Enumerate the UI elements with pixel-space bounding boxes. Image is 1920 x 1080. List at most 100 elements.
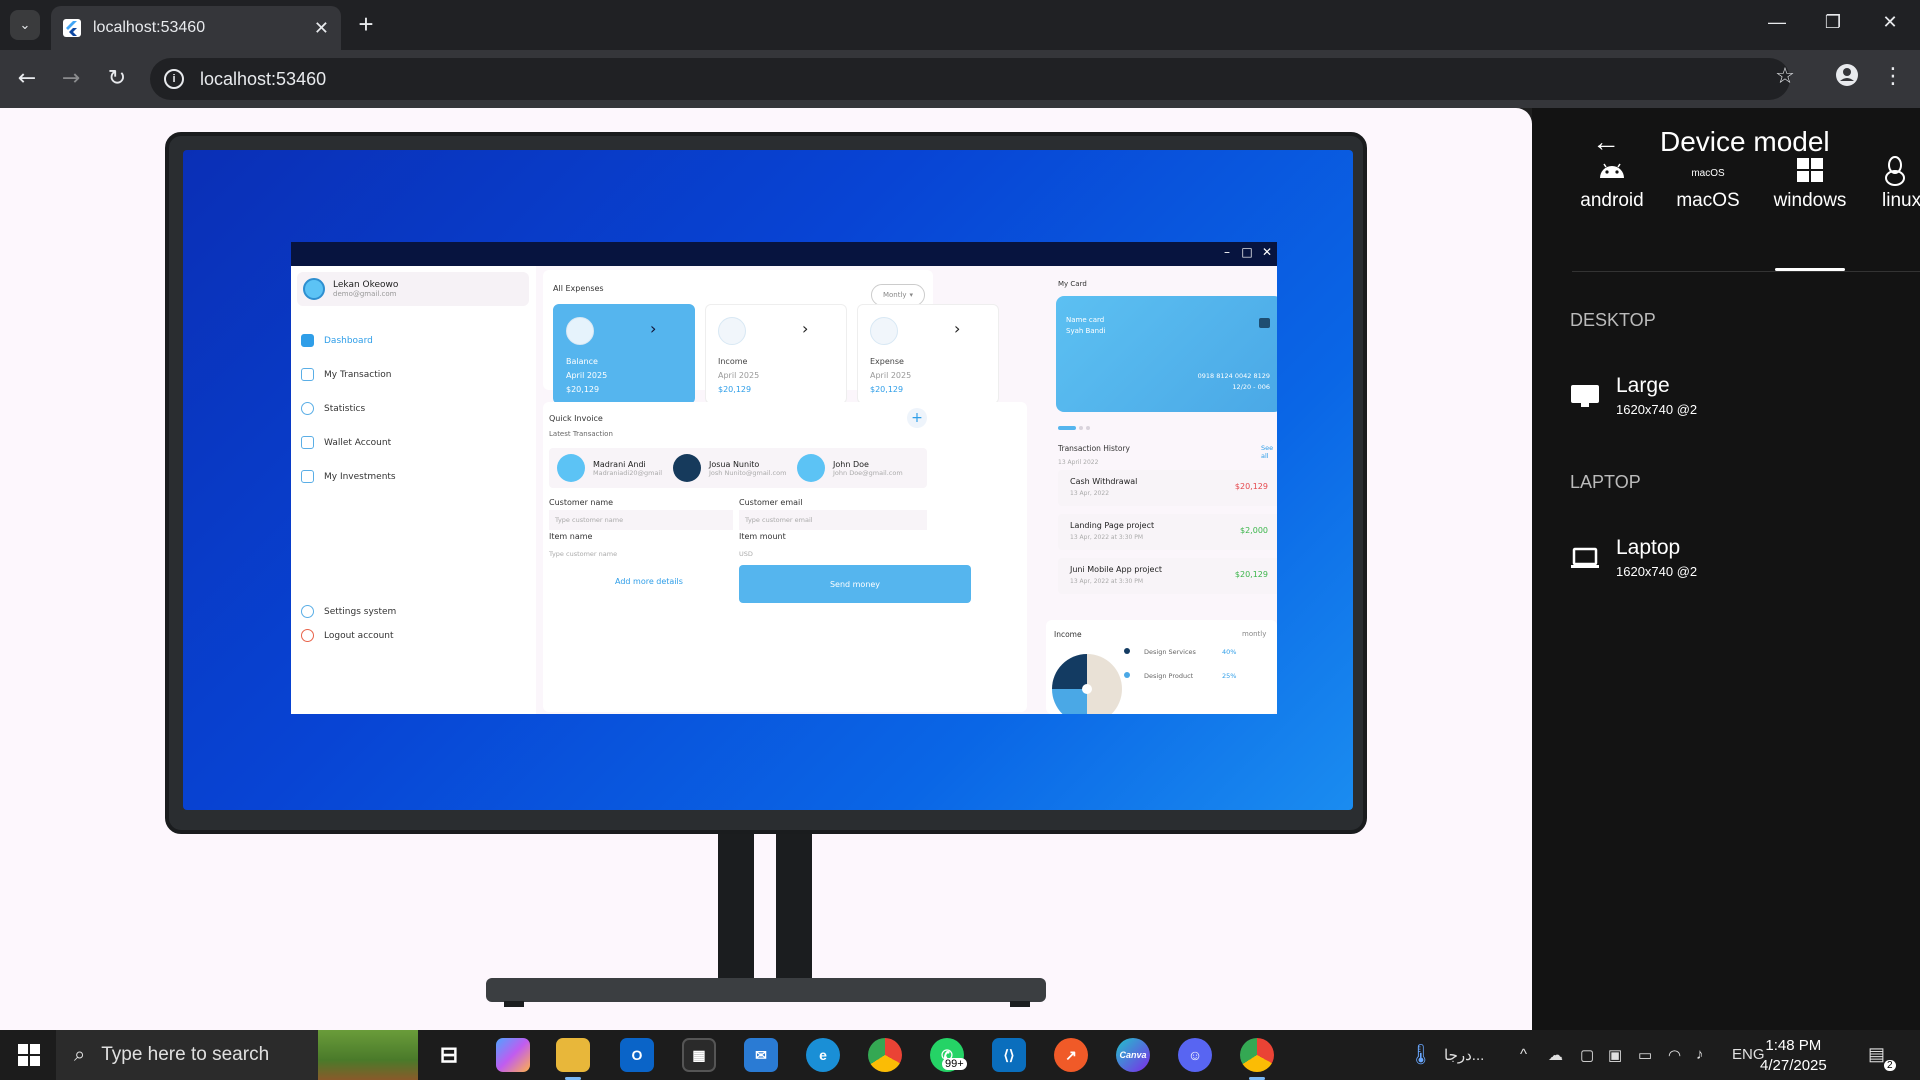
device-option-large[interactable]: Large 1620x740 @2 (1570, 374, 1697, 417)
address-bar[interactable]: i localhost:53460 (150, 58, 1790, 100)
sidebar-item-settings[interactable]: Settings system (301, 605, 396, 618)
card-label: Balance (566, 357, 598, 366)
item-mount-input[interactable]: USD (733, 544, 923, 564)
main-content: All Expenses Montly ▾ › Balance April 202… (543, 266, 1040, 714)
volume-icon[interactable]: ♪ (1696, 1046, 1704, 1063)
notification-count: 2 (1884, 1060, 1896, 1071)
reload-icon[interactable]: ↻ (102, 64, 132, 94)
card-chip-icon (1259, 318, 1270, 328)
tab-windows[interactable]: windows (1768, 156, 1852, 212)
carousel-dot[interactable] (1079, 426, 1083, 430)
transaction-row[interactable]: Juni Mobile App project 13 Apr, 2022 at … (1058, 558, 1277, 594)
transaction-row[interactable]: Cash Withdrawal 13 Apr, 2022 $20,129 (1058, 470, 1277, 506)
copilot-icon[interactable] (496, 1038, 530, 1072)
sidebar-item-dashboard[interactable]: Dashboard (301, 334, 373, 347)
new-tab-button[interactable]: + (352, 11, 380, 39)
task-view-icon[interactable]: ⊟ (432, 1038, 466, 1072)
carousel-dot-active[interactable] (1058, 426, 1076, 430)
device-spec: 1620x740 @2 (1616, 564, 1698, 579)
restore-button[interactable]: ❐ (1821, 12, 1845, 33)
sidebar-item-investments[interactable]: My Investments (301, 470, 396, 483)
send-money-button[interactable]: Send money (739, 565, 971, 603)
income-card[interactable]: › Income April 2025 $20,129 (705, 304, 847, 404)
back-arrow-icon[interactable]: ← (1592, 126, 1620, 158)
section-heading-desktop: DESKTOP (1570, 310, 1656, 330)
vscode-icon[interactable]: ⟨⟩ (992, 1038, 1026, 1072)
minimize-button[interactable]: — (1765, 12, 1789, 33)
app-close-icon[interactable]: ✕ (1259, 245, 1275, 259)
site-info-icon[interactable]: i (164, 69, 184, 89)
tab-macos[interactable]: macOS macOS (1668, 156, 1748, 212)
contact-item[interactable]: John Doe John Doe@gmail.com (797, 454, 903, 482)
expense-card[interactable]: › Expense April 2025 $20,129 (857, 304, 999, 404)
outlook-icon[interactable]: O (620, 1038, 654, 1072)
app-window: – □ ✕ Lekan Okeowo demo@gmail.com Dashbo… (291, 242, 1277, 714)
sidebar-item-statistics[interactable]: Statistics (301, 402, 365, 415)
mail-icon[interactable]: ✉ (744, 1038, 778, 1072)
close-window-button[interactable]: ✕ (1878, 12, 1902, 33)
sidebar-item-wallet[interactable]: Wallet Account (301, 436, 391, 449)
discord-icon[interactable]: ☺ (1178, 1038, 1212, 1072)
tab-android[interactable]: android (1572, 156, 1652, 212)
windows-start-icon[interactable] (18, 1044, 40, 1066)
period-dropdown[interactable]: Montly ▾ (871, 284, 925, 306)
contact-item[interactable]: Madrani Andi Madraniadi20@gmail (557, 454, 662, 482)
settings-icon (301, 605, 314, 618)
tx-date: 13 Apr, 2022 at 3:30 PM (1070, 578, 1144, 585)
chrome-active-icon[interactable] (1240, 1038, 1274, 1080)
browser-tab[interactable]: localhost:53460 ✕ (51, 6, 341, 50)
wifi-icon[interactable]: ◠ (1668, 1046, 1681, 1064)
app-maximize-icon[interactable]: □ (1239, 245, 1255, 259)
chevron-down-icon: ▾ (909, 291, 914, 299)
carousel-dot[interactable] (1086, 426, 1090, 430)
profile-icon[interactable] (1832, 64, 1862, 92)
back-arrow-icon[interactable]: ← (12, 64, 42, 94)
file-explorer-icon[interactable] (556, 1038, 590, 1080)
taskbar-search[interactable]: ⌕ Type here to search (56, 1030, 418, 1080)
see-all-link[interactable]: See all (1261, 444, 1277, 460)
forward-arrow-icon[interactable]: → (56, 64, 86, 94)
sidebar-item-transaction[interactable]: My Transaction (301, 368, 391, 381)
show-hidden-icons-icon[interactable]: ^ (1520, 1046, 1527, 1063)
card-expiry: 12/20 - 006 (1232, 383, 1270, 391)
credit-card[interactable]: Name card Syah Bandi 0918 8124 0042 8129… (1056, 296, 1277, 412)
chrome-icon[interactable] (868, 1038, 902, 1072)
customer-name-input[interactable]: Type customer name (549, 510, 733, 530)
item-name-input[interactable]: Type customer name (543, 544, 733, 564)
balance-icon (566, 317, 594, 345)
browser-menu-icon[interactable]: ⋮ (1878, 64, 1908, 89)
network-icon[interactable]: ▣ (1608, 1046, 1622, 1064)
notifications-icon[interactable]: ▤ (1868, 1044, 1885, 1065)
app-minimize-icon[interactable]: – (1219, 245, 1235, 259)
canva-icon[interactable]: Canva (1116, 1038, 1150, 1072)
user-profile[interactable]: Lekan Okeowo demo@gmail.com (297, 272, 529, 306)
edge-icon[interactable]: e (806, 1038, 840, 1072)
tab-linux[interactable]: linux (1874, 156, 1920, 212)
battery-icon[interactable]: ▭ (1638, 1046, 1652, 1064)
weather-text[interactable]: درجا... (1444, 1046, 1484, 1064)
investments-icon (301, 470, 314, 483)
balance-card[interactable]: › Balance April 2025 $20,129 (553, 304, 695, 404)
bookmark-star-icon[interactable]: ☆ (1770, 64, 1800, 89)
add-more-details-link[interactable]: Add more details (615, 577, 683, 586)
tab-search-dropdown[interactable]: ⌄ (10, 10, 40, 40)
transaction-row[interactable]: Landing Page project 13 Apr, 2022 at 3:3… (1058, 514, 1277, 550)
onedrive-icon[interactable]: ☁ (1548, 1046, 1563, 1064)
sidebar-item-logout[interactable]: Logout account (301, 629, 394, 642)
avatar (797, 454, 825, 482)
store-icon[interactable]: ▦ (682, 1038, 716, 1072)
clock[interactable]: 1:48 PM 4/27/2025 (1760, 1036, 1827, 1076)
add-invoice-button[interactable]: + (907, 408, 927, 428)
thermometer-icon[interactable]: 🌡 (1408, 1042, 1433, 1067)
tab-close-icon[interactable]: ✕ (314, 18, 329, 39)
customer-email-input[interactable]: Type customer email (739, 510, 927, 530)
contact-item[interactable]: Josua Nunito Josh Nunito@gmail.com (673, 454, 786, 482)
card-label: Expense (870, 357, 904, 366)
device-option-laptop[interactable]: Laptop 1620x740 @2 (1570, 536, 1697, 579)
clock-time: 1:48 PM (1765, 1037, 1822, 1054)
postman-icon[interactable]: ↗ (1054, 1038, 1088, 1072)
device-icon[interactable]: ▢ (1580, 1046, 1594, 1064)
os-tab-label: android (1580, 190, 1644, 211)
contact-name: Josua Nunito (709, 459, 760, 469)
search-highlight-image (318, 1030, 418, 1080)
